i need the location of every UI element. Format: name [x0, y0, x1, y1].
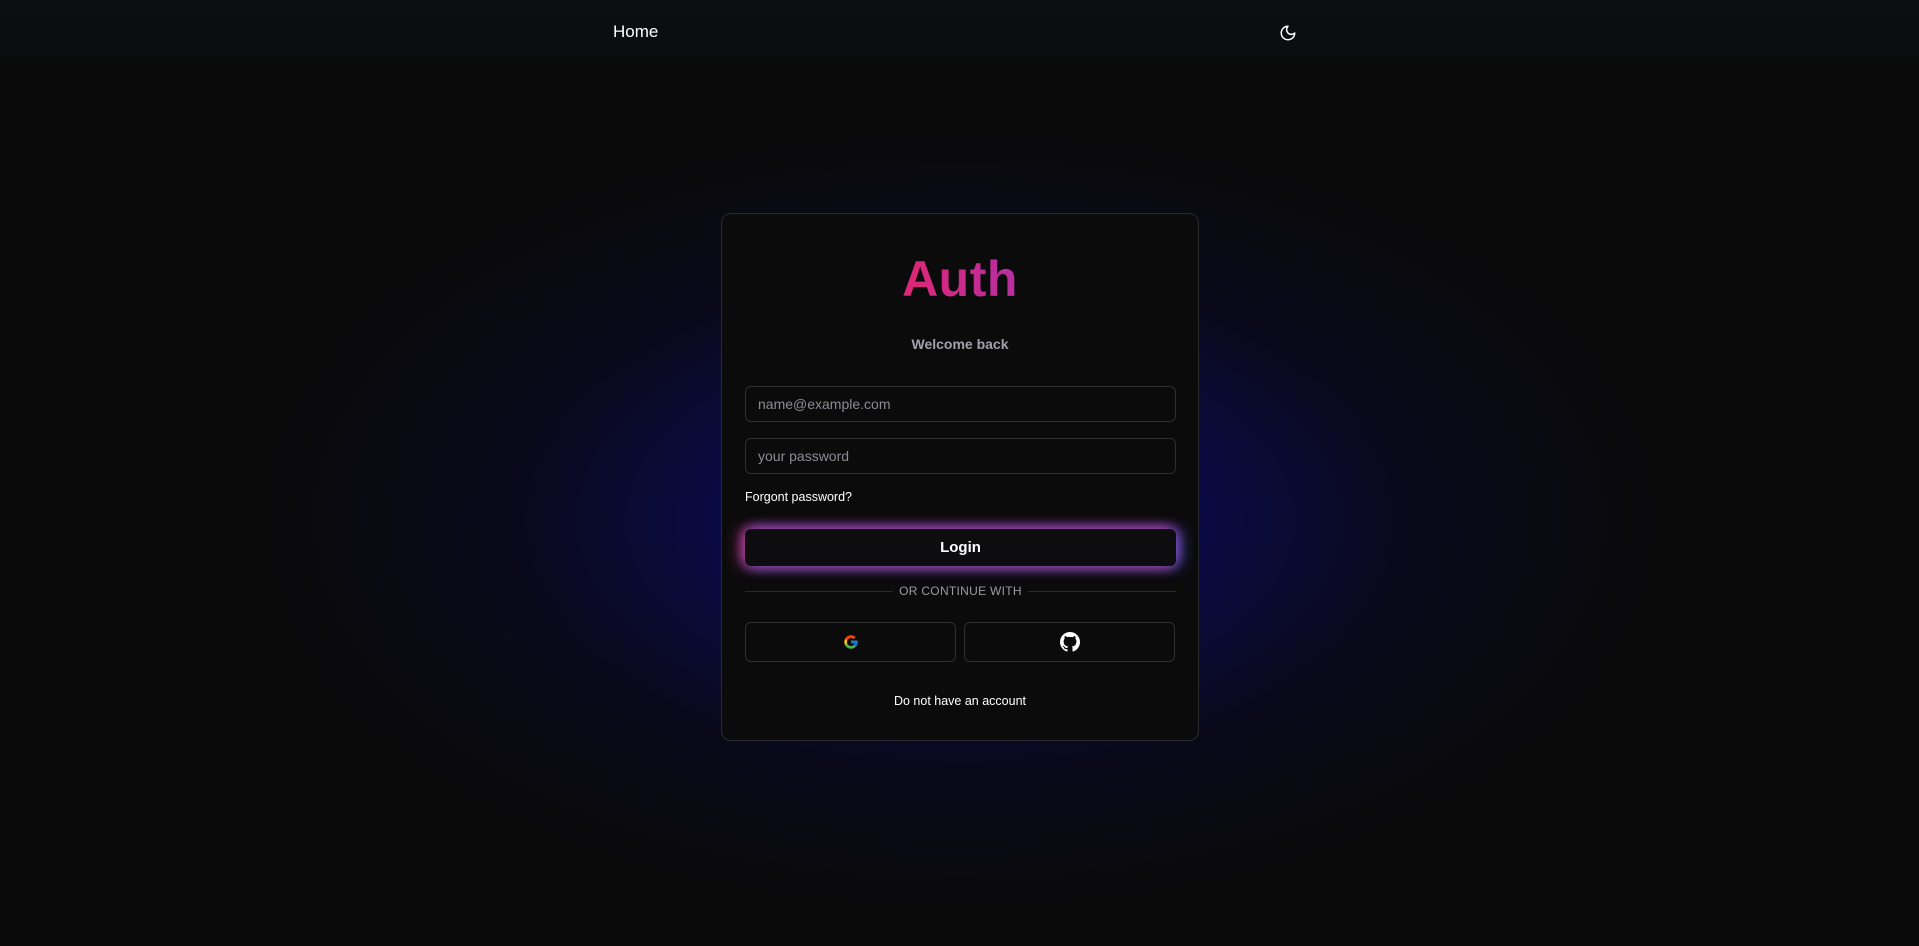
divider-line-right	[1027, 590, 1177, 592]
github-icon	[1059, 632, 1080, 652]
theme-toggle-button[interactable]	[1277, 22, 1299, 44]
divider-line-left	[745, 590, 894, 592]
forgot-password-link[interactable]: Forgont password?	[745, 490, 852, 504]
page: Home Auth Welcome back Forgont password?…	[0, 0, 1919, 946]
email-field[interactable]	[745, 386, 1176, 422]
auth-logo: Auth	[722, 250, 1198, 308]
moon-icon	[1280, 25, 1296, 41]
welcome-subtitle: Welcome back	[911, 336, 1009, 352]
divider: OR CONTINUE WITH	[745, 584, 1177, 598]
signup-link[interactable]: Do not have an account	[722, 694, 1198, 708]
password-field[interactable]	[745, 438, 1176, 474]
nav-home-link[interactable]: Home	[613, 22, 658, 42]
divider-text: OR CONTINUE WITH	[899, 584, 1022, 598]
navbar: Home	[0, 0, 1919, 66]
github-login-button[interactable]	[964, 622, 1175, 662]
google-login-button[interactable]	[745, 622, 956, 662]
login-button[interactable]: Login	[745, 529, 1176, 566]
google-icon	[843, 635, 858, 649]
login-card: Auth Welcome back Forgont password? Logi…	[721, 213, 1199, 741]
